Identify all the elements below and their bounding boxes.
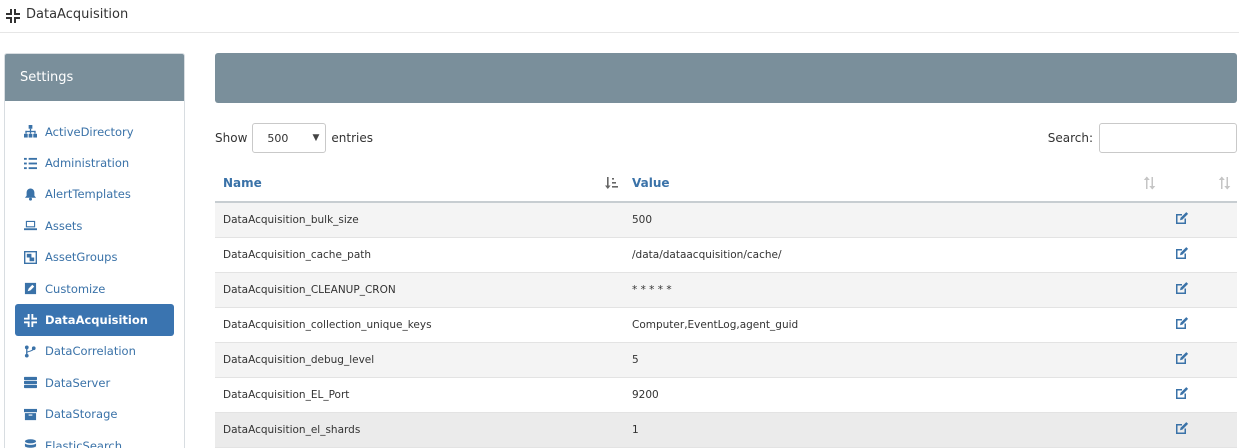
pen-square-icon — [23, 282, 37, 296]
table-row: DataAcquisition_debug_level 5 — [215, 342, 1237, 378]
sidebar-item-datastorage[interactable]: DataStorage — [15, 399, 174, 430]
sidebar-item-label: Customize — [45, 281, 106, 296]
chevron-down-icon: ▼ — [312, 133, 320, 143]
edit-icon[interactable] — [1175, 316, 1189, 330]
cell-actions — [1162, 412, 1237, 448]
cell-name: DataAcquisition_EL_Port — [215, 377, 624, 413]
top-bar: DataAcquisition — [0, 0, 1239, 33]
table-row: DataAcquisition_CLEANUP_CRON * * * * * — [215, 272, 1237, 308]
cell-value: 500 — [624, 202, 1162, 238]
sidebar-item-label: AssetGroups — [45, 250, 118, 265]
settings-table: Name Value DataAcquisition_bulk_size 500… — [215, 165, 1237, 448]
cell-value: 1 — [624, 412, 1162, 448]
search-control: Search: — [1048, 123, 1237, 153]
cell-value: Computer,EventLog,agent_guid — [624, 307, 1162, 343]
edit-icon[interactable] — [1175, 211, 1189, 225]
cell-name: DataAcquisition_el_shards — [215, 412, 624, 448]
sidebar-item-label: DataCorrelation — [45, 344, 136, 359]
cell-value: 5 — [624, 342, 1162, 378]
list-check-icon — [23, 156, 37, 170]
edit-icon[interactable] — [1175, 421, 1189, 435]
cell-actions — [1162, 272, 1237, 308]
cell-name: DataAcquisition_collection_unique_keys — [215, 307, 624, 343]
settings-sidebar: Settings ActiveDirectory Administration … — [4, 53, 185, 448]
table-row: DataAcquisition_bulk_size 500 — [215, 202, 1237, 238]
sidebar-item-label: DataServer — [45, 375, 111, 390]
entries-length-control: Show 500 ▼ entries — [215, 123, 373, 153]
cell-name: DataAcquisition_bulk_size — [215, 202, 624, 238]
search-label: Search: — [1047, 131, 1093, 145]
column-header-value[interactable]: Value — [624, 165, 1162, 203]
sort-ascending-icon — [605, 176, 618, 190]
sidebar-item-activedirectory[interactable]: ActiveDirectory — [15, 116, 174, 147]
sidebar-item-alerttemplates[interactable]: AlertTemplates — [15, 179, 174, 210]
sidebar-item-assetgroups[interactable]: AssetGroups — [15, 242, 174, 273]
cell-value: 9200 — [624, 377, 1162, 413]
compress-icon — [23, 313, 37, 327]
object-group-icon — [23, 250, 37, 264]
cell-actions — [1162, 202, 1237, 238]
column-header-actions[interactable] — [1162, 165, 1237, 203]
sidebar-item-label: Assets — [45, 218, 83, 233]
sort-both-icon — [1143, 176, 1156, 190]
edit-icon[interactable] — [1175, 246, 1189, 260]
edit-icon[interactable] — [1175, 281, 1189, 295]
sidebar-item-administration[interactable]: Administration — [15, 147, 174, 178]
column-header-name[interactable]: Name — [215, 165, 624, 203]
bell-icon — [23, 187, 37, 201]
cell-name: DataAcquisition_debug_level — [215, 342, 624, 378]
cell-actions — [1162, 377, 1237, 413]
page-title: DataAcquisition — [26, 7, 129, 22]
sidebar-item-label: ElasticSearch — [45, 438, 123, 448]
server-icon — [23, 376, 37, 390]
cell-name: DataAcquisition_CLEANUP_CRON — [215, 272, 624, 308]
sidebar-item-label: ActiveDirectory — [45, 124, 134, 139]
database-icon — [23, 439, 37, 448]
sidebar-item-elasticsearch[interactable]: ElasticSearch — [15, 430, 174, 448]
code-branch-icon — [23, 344, 37, 358]
sidebar-item-label: DataStorage — [45, 407, 118, 422]
sidebar-item-label: AlertTemplates — [45, 187, 131, 202]
cell-actions — [1162, 237, 1237, 273]
sidebar-item-datacorrelation[interactable]: DataCorrelation — [15, 336, 174, 367]
sitemap-icon — [23, 125, 37, 139]
entries-select[interactable]: 500 ▼ — [252, 123, 327, 153]
table-row: DataAcquisition_EL_Port 9200 — [215, 377, 1237, 413]
sort-both-icon — [1218, 176, 1231, 190]
entries-select-value: 500 — [267, 132, 289, 145]
search-input[interactable] — [1099, 123, 1237, 153]
entries-label: entries — [331, 131, 373, 145]
cell-actions — [1162, 307, 1237, 343]
sidebar-menu: ActiveDirectory Administration AlertTemp… — [5, 101, 184, 448]
archive-icon — [23, 407, 37, 421]
edit-icon[interactable] — [1175, 386, 1189, 400]
cell-actions — [1162, 342, 1237, 378]
cell-value: * * * * * — [624, 272, 1162, 308]
edit-icon[interactable] — [1175, 351, 1189, 365]
sidebar-item-dataacquisition[interactable]: DataAcquisition — [15, 304, 174, 336]
laptop-icon — [23, 219, 37, 233]
show-label: Show — [215, 131, 248, 145]
table-header-row: Name Value — [215, 165, 1237, 203]
sidebar-item-assets[interactable]: Assets — [15, 210, 174, 241]
cell-value: /data/dataacquisition/cache/ — [624, 237, 1162, 273]
sidebar-title: Settings — [5, 54, 184, 101]
compress-icon — [6, 8, 20, 23]
table-row: DataAcquisition_el_shards 1 — [215, 412, 1237, 448]
cell-name: DataAcquisition_cache_path — [215, 237, 624, 273]
sidebar-item-label: DataAcquisition — [45, 313, 148, 328]
table-row: DataAcquisition_collection_unique_keys C… — [215, 307, 1237, 343]
sidebar-item-dataserver[interactable]: DataServer — [15, 367, 174, 398]
content-header-bar — [215, 53, 1237, 103]
table-row: DataAcquisition_cache_path /data/dataacq… — [215, 237, 1237, 273]
sidebar-item-label: Administration — [45, 156, 130, 171]
sidebar-item-customize[interactable]: Customize — [15, 273, 174, 304]
